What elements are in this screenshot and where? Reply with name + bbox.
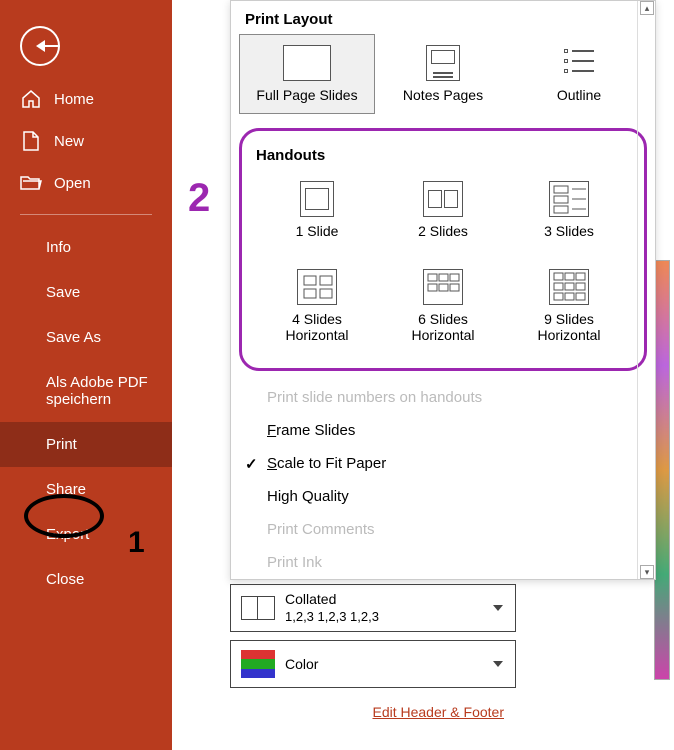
nav-label: Home — [54, 91, 94, 108]
outline-icon — [562, 45, 596, 81]
edit-header-footer-link[interactable]: Edit Header & Footer — [372, 704, 504, 720]
nav-new[interactable]: New — [0, 120, 172, 162]
handout-9-horiz[interactable]: 9 Slides Horizontal — [506, 258, 632, 354]
separator — [20, 214, 152, 215]
scroll-up-icon[interactable]: ▴ — [640, 1, 654, 15]
handout-6-horiz[interactable]: 6 Slides Horizontal — [380, 258, 506, 354]
handout-1-icon — [300, 181, 334, 217]
opt-print-comments: Print Comments — [231, 513, 655, 546]
annotation-2: 2 — [188, 176, 210, 221]
handout-4-icon — [297, 269, 337, 305]
handout-6-icon — [423, 269, 463, 305]
footer-link-row: Edit Header & Footer — [230, 696, 516, 722]
setting-color-dropdown[interactable]: Color — [230, 640, 516, 688]
handout-3-slides[interactable]: 3 Slides — [506, 170, 632, 250]
setting-line1: Collated — [285, 590, 379, 608]
open-icon — [20, 172, 42, 194]
full-page-icon — [283, 45, 331, 81]
opt-high-quality[interactable]: High Quality — [231, 480, 655, 513]
section-title-handouts: Handouts — [246, 137, 640, 170]
handout-1-slide[interactable]: 1 Slide — [254, 170, 380, 250]
opt-frame-slides[interactable]: Frame Slides — [231, 414, 655, 447]
nav-save[interactable]: Save — [0, 270, 172, 315]
nav-print[interactable]: Print — [0, 422, 172, 467]
nav-home[interactable]: Home — [0, 78, 172, 120]
layout-outline[interactable]: Outline — [511, 34, 647, 114]
handout-4-horiz[interactable]: 4 Slides Horizontal — [254, 258, 380, 354]
handout-2-icon — [423, 181, 463, 217]
nav-close[interactable]: Close — [0, 557, 172, 602]
layout-notes[interactable]: Notes Pages — [375, 34, 511, 114]
section-title-print-layout: Print Layout — [231, 1, 655, 34]
arrow-left-icon — [36, 40, 45, 52]
handout-row-1: 1 Slide 2 Slides 3 Slides — [246, 170, 640, 258]
handout-9-icon — [549, 269, 589, 305]
notes-icon — [426, 45, 460, 81]
new-icon — [20, 130, 42, 152]
nav-open[interactable]: Open — [0, 162, 172, 204]
opt-print-ink: Print Ink — [231, 546, 655, 579]
layout-full-page[interactable]: Full Page Slides — [239, 34, 375, 114]
opt-print-slide-numbers: Print slide numbers on handouts — [231, 381, 655, 414]
chevron-down-icon — [493, 605, 503, 611]
layout-row: Full Page Slides Notes Pages — [231, 34, 655, 122]
nav-label: New — [54, 133, 84, 150]
opt-scale-fit[interactable]: ✓Scale to Fit Paper — [231, 447, 655, 480]
setting-line2: 1,2,3 1,2,3 1,2,3 — [285, 609, 379, 626]
nav-saveas[interactable]: Save As — [0, 315, 172, 360]
nav-export[interactable]: Export — [0, 512, 172, 557]
back-button[interactable] — [20, 26, 60, 66]
preview-strip — [654, 260, 670, 680]
content-area: ▴ ▾ Print Layout Full Page Slides Notes … — [172, 0, 674, 750]
setting-line1: Color — [285, 655, 318, 673]
handouts-highlight: Handouts 1 Slide 2 Slides — [239, 128, 647, 371]
handout-3-icon — [549, 181, 589, 217]
nav-label: Open — [54, 175, 91, 192]
nav-share[interactable]: Share — [0, 467, 172, 512]
handout-2-slides[interactable]: 2 Slides — [380, 170, 506, 250]
chevron-down-icon — [493, 661, 503, 667]
nav-adobe-pdf[interactable]: Als Adobe PDF speichern — [0, 360, 172, 422]
print-layout-dropdown: ▴ ▾ Print Layout Full Page Slides Notes … — [230, 0, 656, 580]
check-icon: ✓ — [245, 455, 258, 473]
color-icon — [241, 650, 275, 678]
handout-row-2: 4 Slides Horizontal 6 Slides Horizontal … — [246, 258, 640, 362]
home-icon — [20, 88, 42, 110]
setting-collated-dropdown[interactable]: Collated 1,2,3 1,2,3 1,2,3 — [230, 584, 516, 632]
nav-info[interactable]: Info — [0, 225, 172, 270]
annotation-1: 1 — [128, 526, 145, 560]
backstage-sidebar: Home New Open Info Save Save As Als Adob… — [0, 0, 172, 750]
collate-icon — [241, 596, 275, 620]
